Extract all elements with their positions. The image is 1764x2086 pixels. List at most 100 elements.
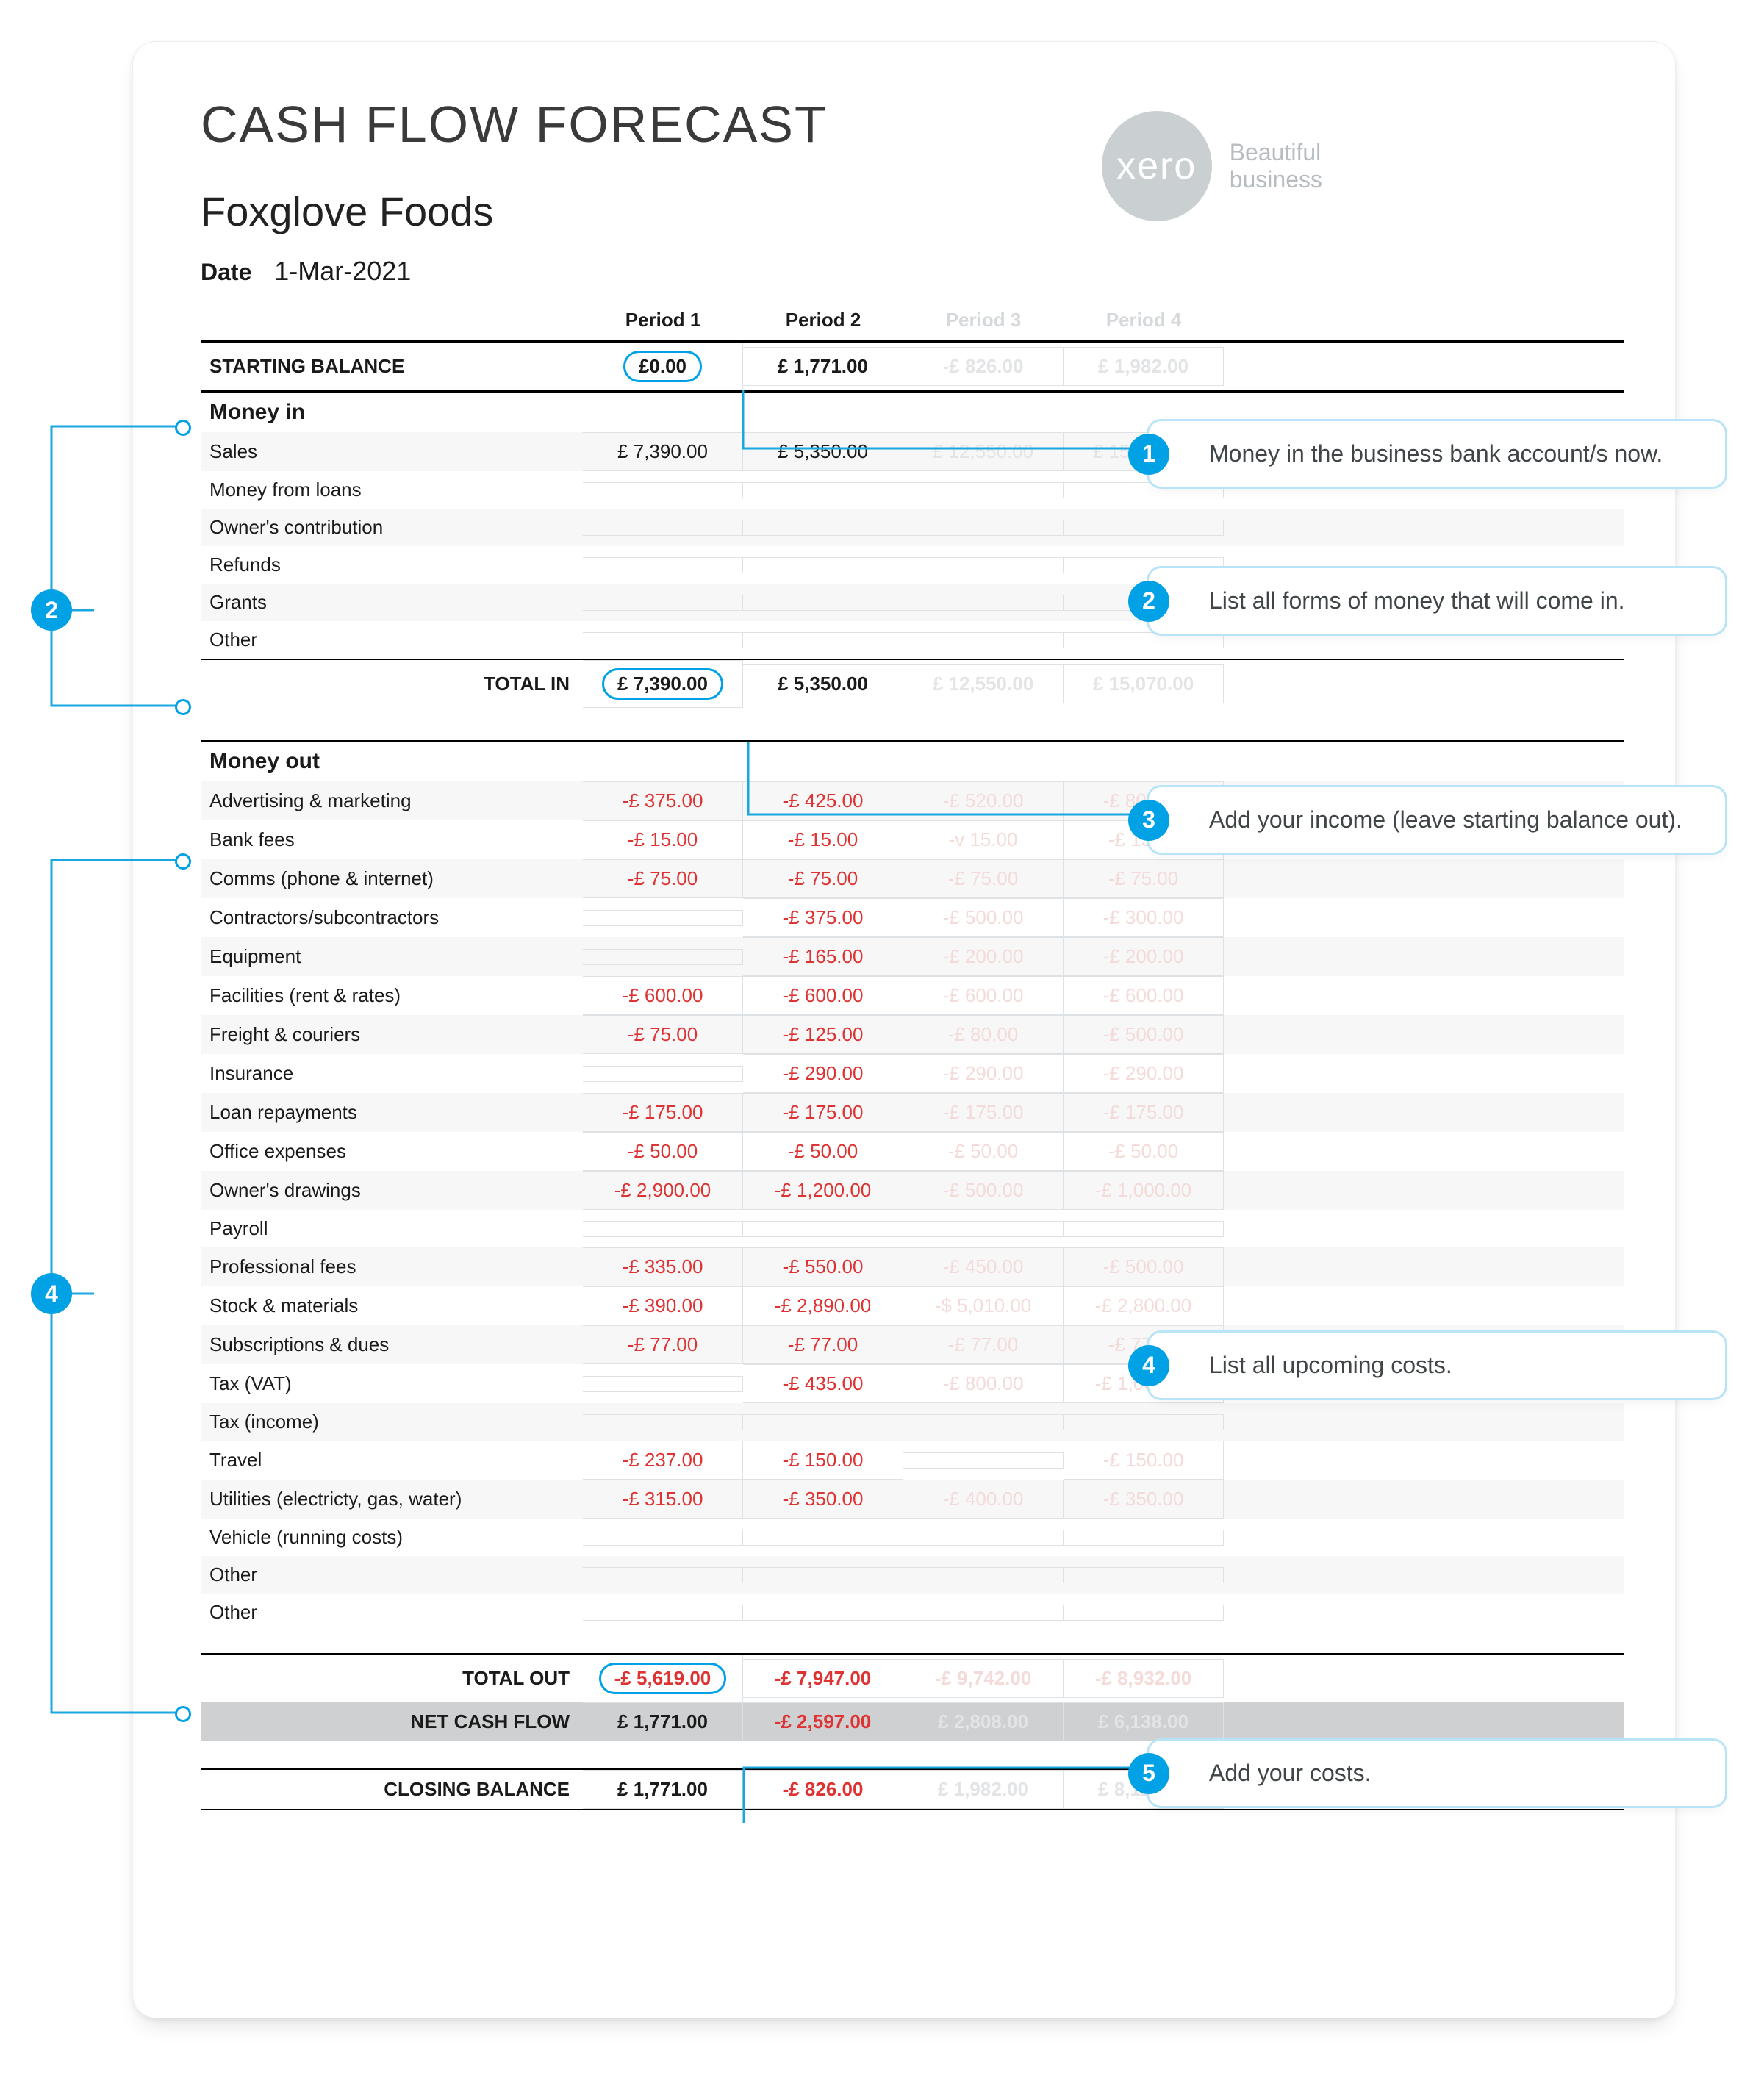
cell bbox=[903, 1605, 1064, 1621]
row-label: Advertising & marketing bbox=[201, 782, 583, 820]
cell bbox=[903, 1530, 1064, 1546]
cell: -£ 200.00 bbox=[1064, 937, 1224, 976]
cell: £ 1,771.00 bbox=[743, 347, 903, 386]
cell bbox=[1064, 1605, 1224, 1621]
cell bbox=[1064, 1567, 1224, 1583]
period-2: Period 2 bbox=[743, 306, 903, 334]
brand-tagline-1: Beautiful bbox=[1230, 139, 1322, 166]
table-row: Professional fees-£ 335.00-£ 550.00-£ 45… bbox=[201, 1247, 1624, 1286]
cell bbox=[583, 557, 743, 573]
row-label: Loan repayments bbox=[201, 1094, 583, 1131]
cell: £ 1,771.00 bbox=[583, 1770, 743, 1809]
row-label: Other bbox=[201, 621, 583, 659]
cell: -£ 15.00 bbox=[743, 820, 903, 859]
cell: -£ 1,200.00 bbox=[743, 1171, 903, 1210]
row-label: Office expenses bbox=[201, 1133, 583, 1170]
cell: £ 6,138.00 bbox=[1064, 1702, 1224, 1741]
cell: -£ 75.00 bbox=[903, 859, 1064, 898]
cell: -£ 150.00 bbox=[743, 1441, 903, 1480]
bracket-dot bbox=[175, 1706, 191, 1722]
xero-logo-icon: xero bbox=[1102, 111, 1212, 221]
date-value: 1-Mar-2021 bbox=[274, 256, 411, 286]
cell bbox=[743, 632, 903, 648]
cell: -£ 550.00 bbox=[743, 1247, 903, 1286]
cell: -£ 350.00 bbox=[743, 1480, 903, 1519]
table-row: Travel-£ 237.00-£ 150.00-£ 150.00 bbox=[201, 1441, 1624, 1480]
cell: -£ 125.00 bbox=[743, 1015, 903, 1054]
cell: -£ 826.00 bbox=[743, 1770, 903, 1809]
table-row: Office expenses-£ 50.00-£ 50.00-£ 50.00-… bbox=[201, 1132, 1624, 1171]
table-row: Facilities (rent & rates)-£ 600.00-£ 600… bbox=[201, 976, 1624, 1015]
date-row: Date 1-Mar-2021 bbox=[201, 256, 1624, 287]
cell: -£ 600.00 bbox=[903, 976, 1064, 1015]
cell: -£ 435.00 bbox=[743, 1364, 903, 1403]
cell: -£ 237.00 bbox=[583, 1441, 743, 1480]
cell: -£ 400.00 bbox=[903, 1480, 1064, 1519]
table-row: Other bbox=[201, 1556, 1624, 1594]
date-label: Date bbox=[201, 259, 251, 285]
row-label: Other bbox=[201, 1556, 583, 1594]
cell: -£ 315.00 bbox=[583, 1480, 743, 1519]
row-label: Travel bbox=[201, 1441, 583, 1479]
cell: -v 15.00 bbox=[903, 820, 1064, 859]
cell: -£ 800.00 bbox=[903, 1364, 1064, 1403]
cell bbox=[1064, 1414, 1224, 1430]
callout-4: 4 List all upcoming costs. bbox=[1147, 1330, 1727, 1400]
row-label: Owner's contribution bbox=[201, 509, 583, 546]
callout-badge-4: 4 bbox=[1128, 1345, 1169, 1386]
row-label: Professional fees bbox=[201, 1248, 583, 1286]
net-cash-flow-label: NET CASH FLOW bbox=[201, 1703, 583, 1741]
row-label: Tax (VAT) bbox=[201, 1365, 583, 1402]
cell: -£ 390.00 bbox=[583, 1286, 743, 1325]
cell: -£ 77.00 bbox=[743, 1325, 903, 1364]
callout-text: Money in the business bank account/s now… bbox=[1209, 440, 1663, 467]
callout-5: 5 Add your costs. bbox=[1147, 1738, 1727, 1808]
cell: -£ 300.00 bbox=[1064, 898, 1224, 937]
closing-balance-label: CLOSING BALANCE bbox=[201, 1771, 583, 1808]
cell: -£ 75.00 bbox=[1064, 859, 1224, 898]
cell bbox=[743, 595, 903, 611]
cell: -£ 165.00 bbox=[743, 937, 903, 976]
row-label: Insurance bbox=[201, 1055, 583, 1092]
cell: -£ 2,597.00 bbox=[743, 1702, 903, 1741]
cell: £ 1,771.00 bbox=[583, 1702, 743, 1741]
cell: £ 1,982.00 bbox=[1064, 347, 1224, 386]
cell: -£ 175.00 bbox=[1064, 1093, 1224, 1132]
cell: £ 12,550.00 bbox=[903, 432, 1064, 471]
cell bbox=[743, 1221, 903, 1237]
callout-badge-3: 3 bbox=[1128, 800, 1169, 841]
period-headers: Period 1 Period 2 Period 3 Period 4 bbox=[201, 306, 1624, 341]
cell: -£ 826.00 bbox=[903, 347, 1064, 386]
cell bbox=[743, 520, 903, 536]
total-in-row: TOTAL IN £ 7,390.00 £ 5,350.00 £ 12,550.… bbox=[201, 659, 1624, 708]
row-label: Contractors/subcontractors bbox=[201, 899, 583, 936]
cell bbox=[1064, 1221, 1224, 1237]
starting-balance-row: STARTING BALANCE £0.00 £ 1,771.00 -£ 826… bbox=[201, 341, 1624, 390]
cell: -£ 600.00 bbox=[1064, 976, 1224, 1015]
table-row: Insurance-£ 290.00-£ 290.00-£ 290.00 bbox=[201, 1054, 1624, 1093]
table-row: Payroll bbox=[201, 1210, 1624, 1247]
side-badge-2: 2 bbox=[31, 589, 72, 631]
row-label: Comms (phone & internet) bbox=[201, 860, 583, 897]
cell: £ 15,070.00 bbox=[1064, 664, 1224, 703]
cell: £ 2,808.00 bbox=[903, 1702, 1064, 1741]
callout-badge-2: 2 bbox=[1128, 581, 1169, 622]
period-1: Period 1 bbox=[583, 306, 743, 334]
cell: £ 5,350.00 bbox=[743, 432, 903, 471]
cell bbox=[743, 1530, 903, 1546]
row-label: Other bbox=[201, 1594, 583, 1631]
cell: -£ 15.00 bbox=[583, 820, 743, 859]
bracket-dot bbox=[175, 853, 191, 870]
cell bbox=[743, 1605, 903, 1621]
callout-text: List all upcoming costs. bbox=[1209, 1352, 1452, 1378]
row-label: Bank fees bbox=[201, 821, 583, 859]
table-row: Loan repayments-£ 175.00-£ 175.00-£ 175.… bbox=[201, 1093, 1624, 1132]
cell: -£ 600.00 bbox=[743, 976, 903, 1015]
cell: -$ 5,010.00 bbox=[903, 1286, 1064, 1325]
cell: -£ 350.00 bbox=[1064, 1480, 1224, 1519]
cell: -£ 150.00 bbox=[1064, 1441, 1224, 1480]
cell: -£ 8,932.00 bbox=[1064, 1659, 1224, 1698]
brand-block: xero Beautiful business bbox=[1102, 111, 1322, 221]
cell bbox=[743, 1414, 903, 1430]
cell: -£ 50.00 bbox=[903, 1132, 1064, 1171]
